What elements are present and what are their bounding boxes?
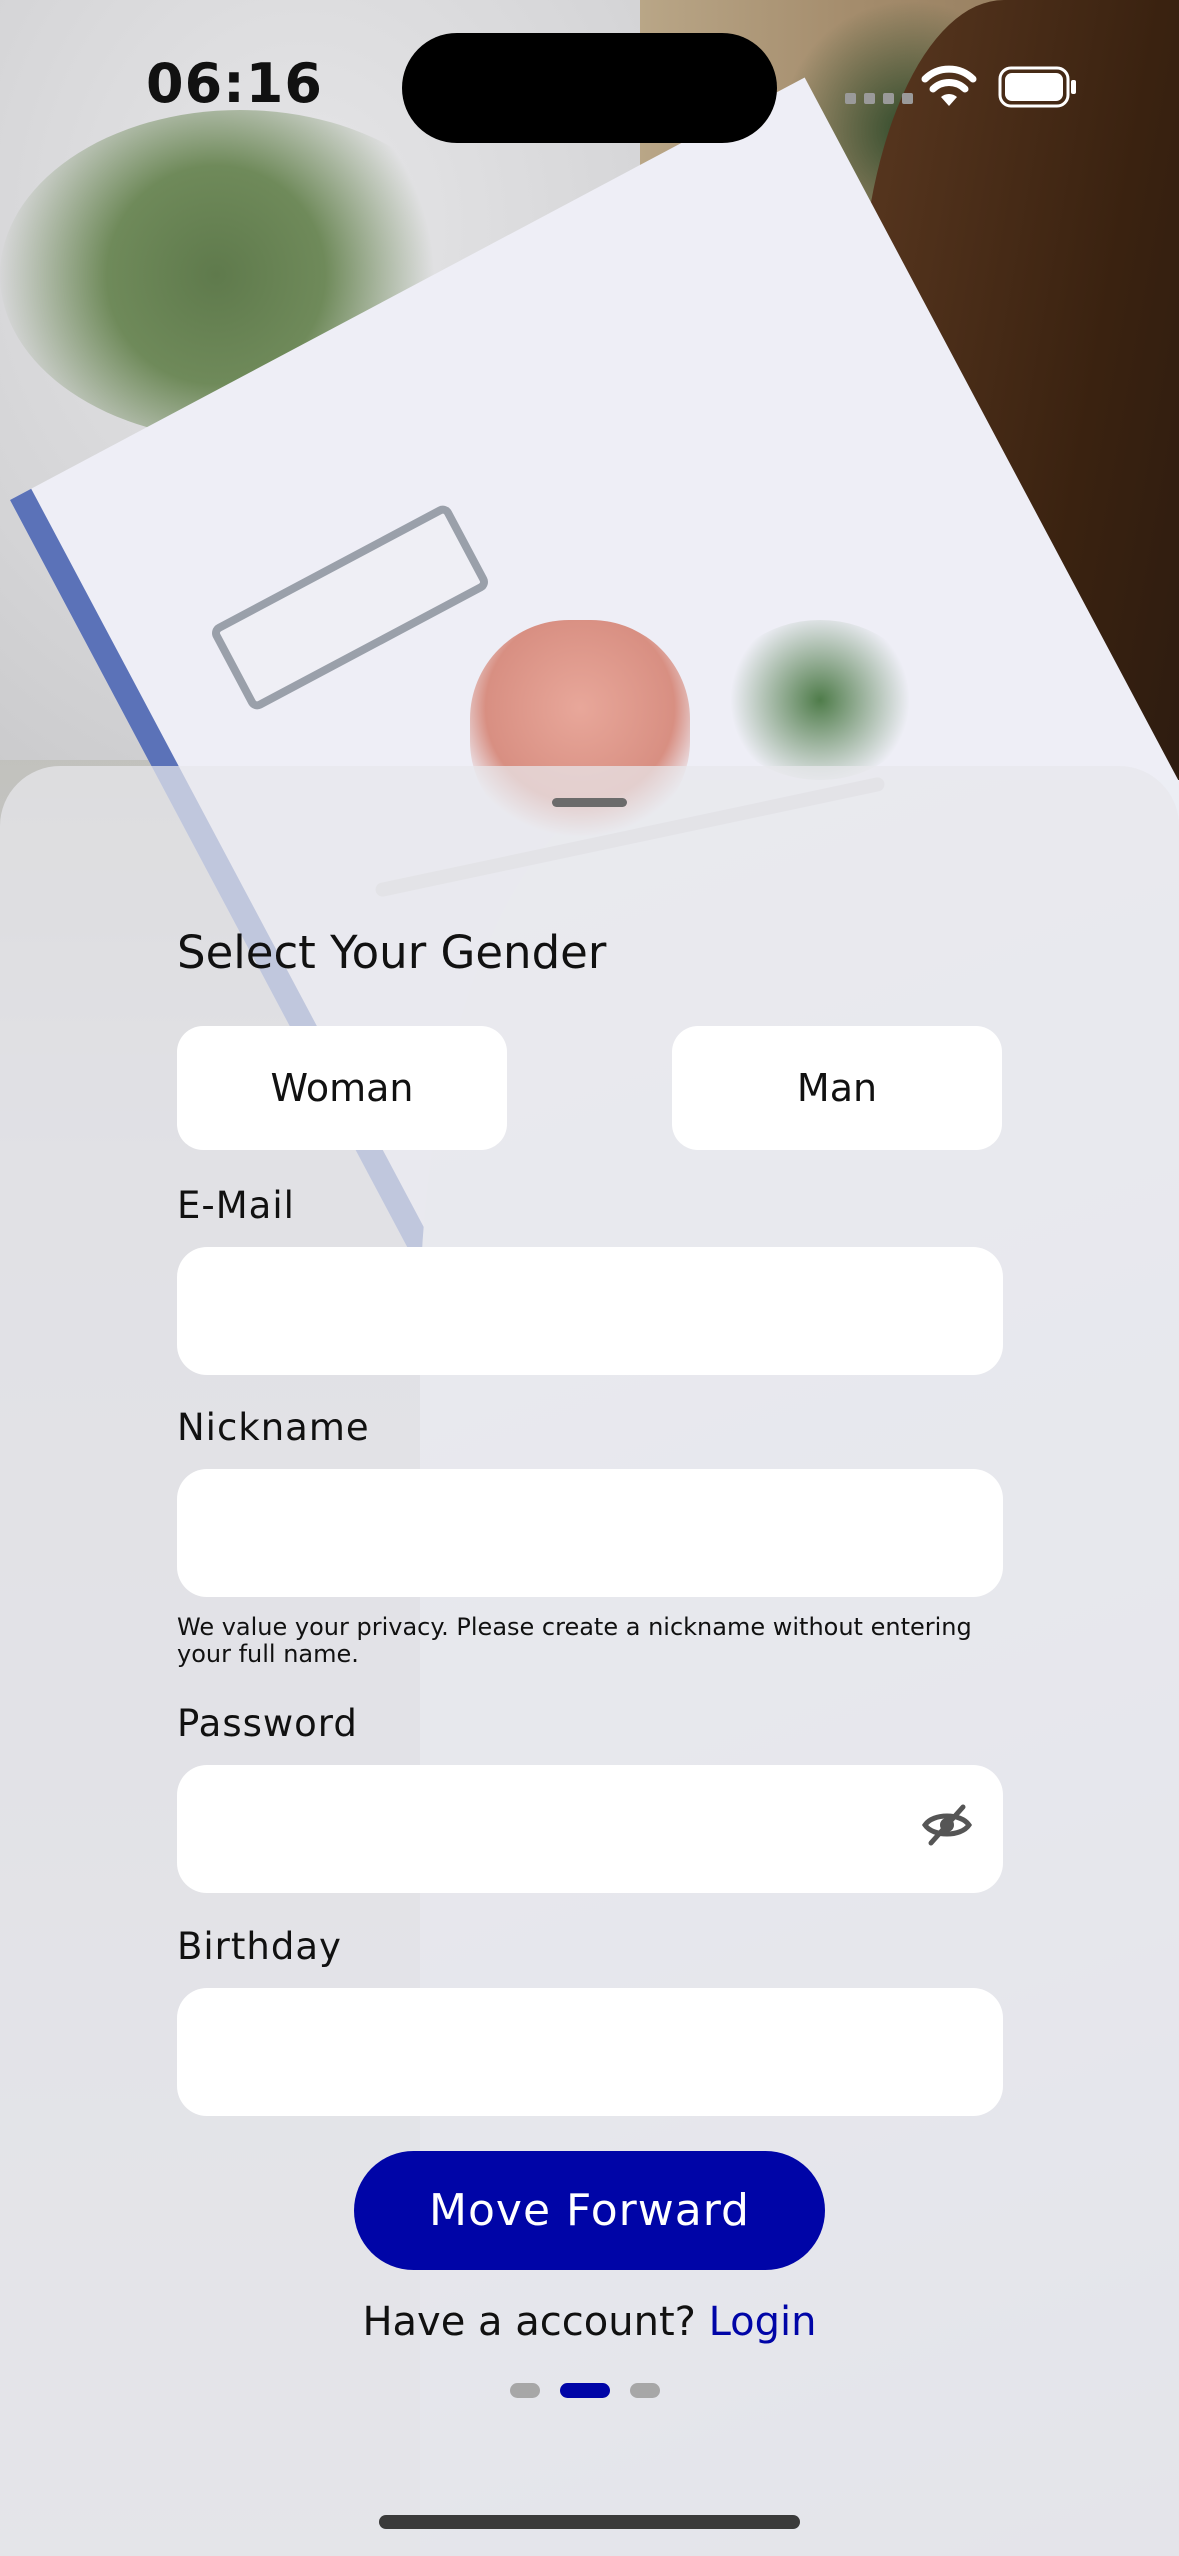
dynamic-island <box>402 33 777 143</box>
nickname-field[interactable] <box>177 1469 1003 1597</box>
password-field[interactable] <box>177 1765 1003 1893</box>
move-forward-button[interactable]: Move Forward <box>354 2151 825 2270</box>
page-indicator <box>510 2383 660 2398</box>
birthday-field[interactable] <box>177 1988 1003 2116</box>
page-dot-1[interactable] <box>510 2383 540 2398</box>
wifi-icon <box>921 65 977 106</box>
registration-sheet: Select Your Gender Woman Man E-Mail Nick… <box>0 766 1179 2556</box>
gender-woman-button[interactable]: Woman <box>177 1026 507 1150</box>
email-input[interactable] <box>177 1247 1003 1375</box>
birthday-input[interactable] <box>177 1988 1003 2116</box>
email-label: E-Mail <box>177 1184 295 1227</box>
email-field[interactable] <box>177 1247 1003 1375</box>
gender-man-button[interactable]: Man <box>672 1026 1002 1150</box>
status-time: 06:16 <box>146 52 323 115</box>
login-link[interactable]: Login <box>709 2299 817 2345</box>
battery-icon <box>998 66 1076 108</box>
birthday-label: Birthday <box>177 1925 342 1968</box>
gender-title: Select Your Gender <box>177 926 607 979</box>
sheet-grabber[interactable] <box>552 798 627 807</box>
password-input[interactable] <box>177 1765 1003 1893</box>
eye-slash-icon[interactable] <box>919 1797 975 1853</box>
nickname-label: Nickname <box>177 1406 370 1449</box>
nickname-input[interactable] <box>177 1469 1003 1597</box>
password-label: Password <box>177 1702 358 1745</box>
account-prompt-text: Have a account? <box>362 2299 696 2345</box>
status-bar: 06:16 <box>0 0 1179 170</box>
cellular-signal-icon <box>845 93 913 104</box>
page-dot-2-active[interactable] <box>560 2383 610 2398</box>
nickname-hint: We value your privacy. Please create a n… <box>177 1613 972 1668</box>
page-dot-3[interactable] <box>630 2383 660 2398</box>
login-prompt: Have a account? Login <box>0 2299 1179 2345</box>
home-indicator[interactable] <box>379 2515 800 2529</box>
